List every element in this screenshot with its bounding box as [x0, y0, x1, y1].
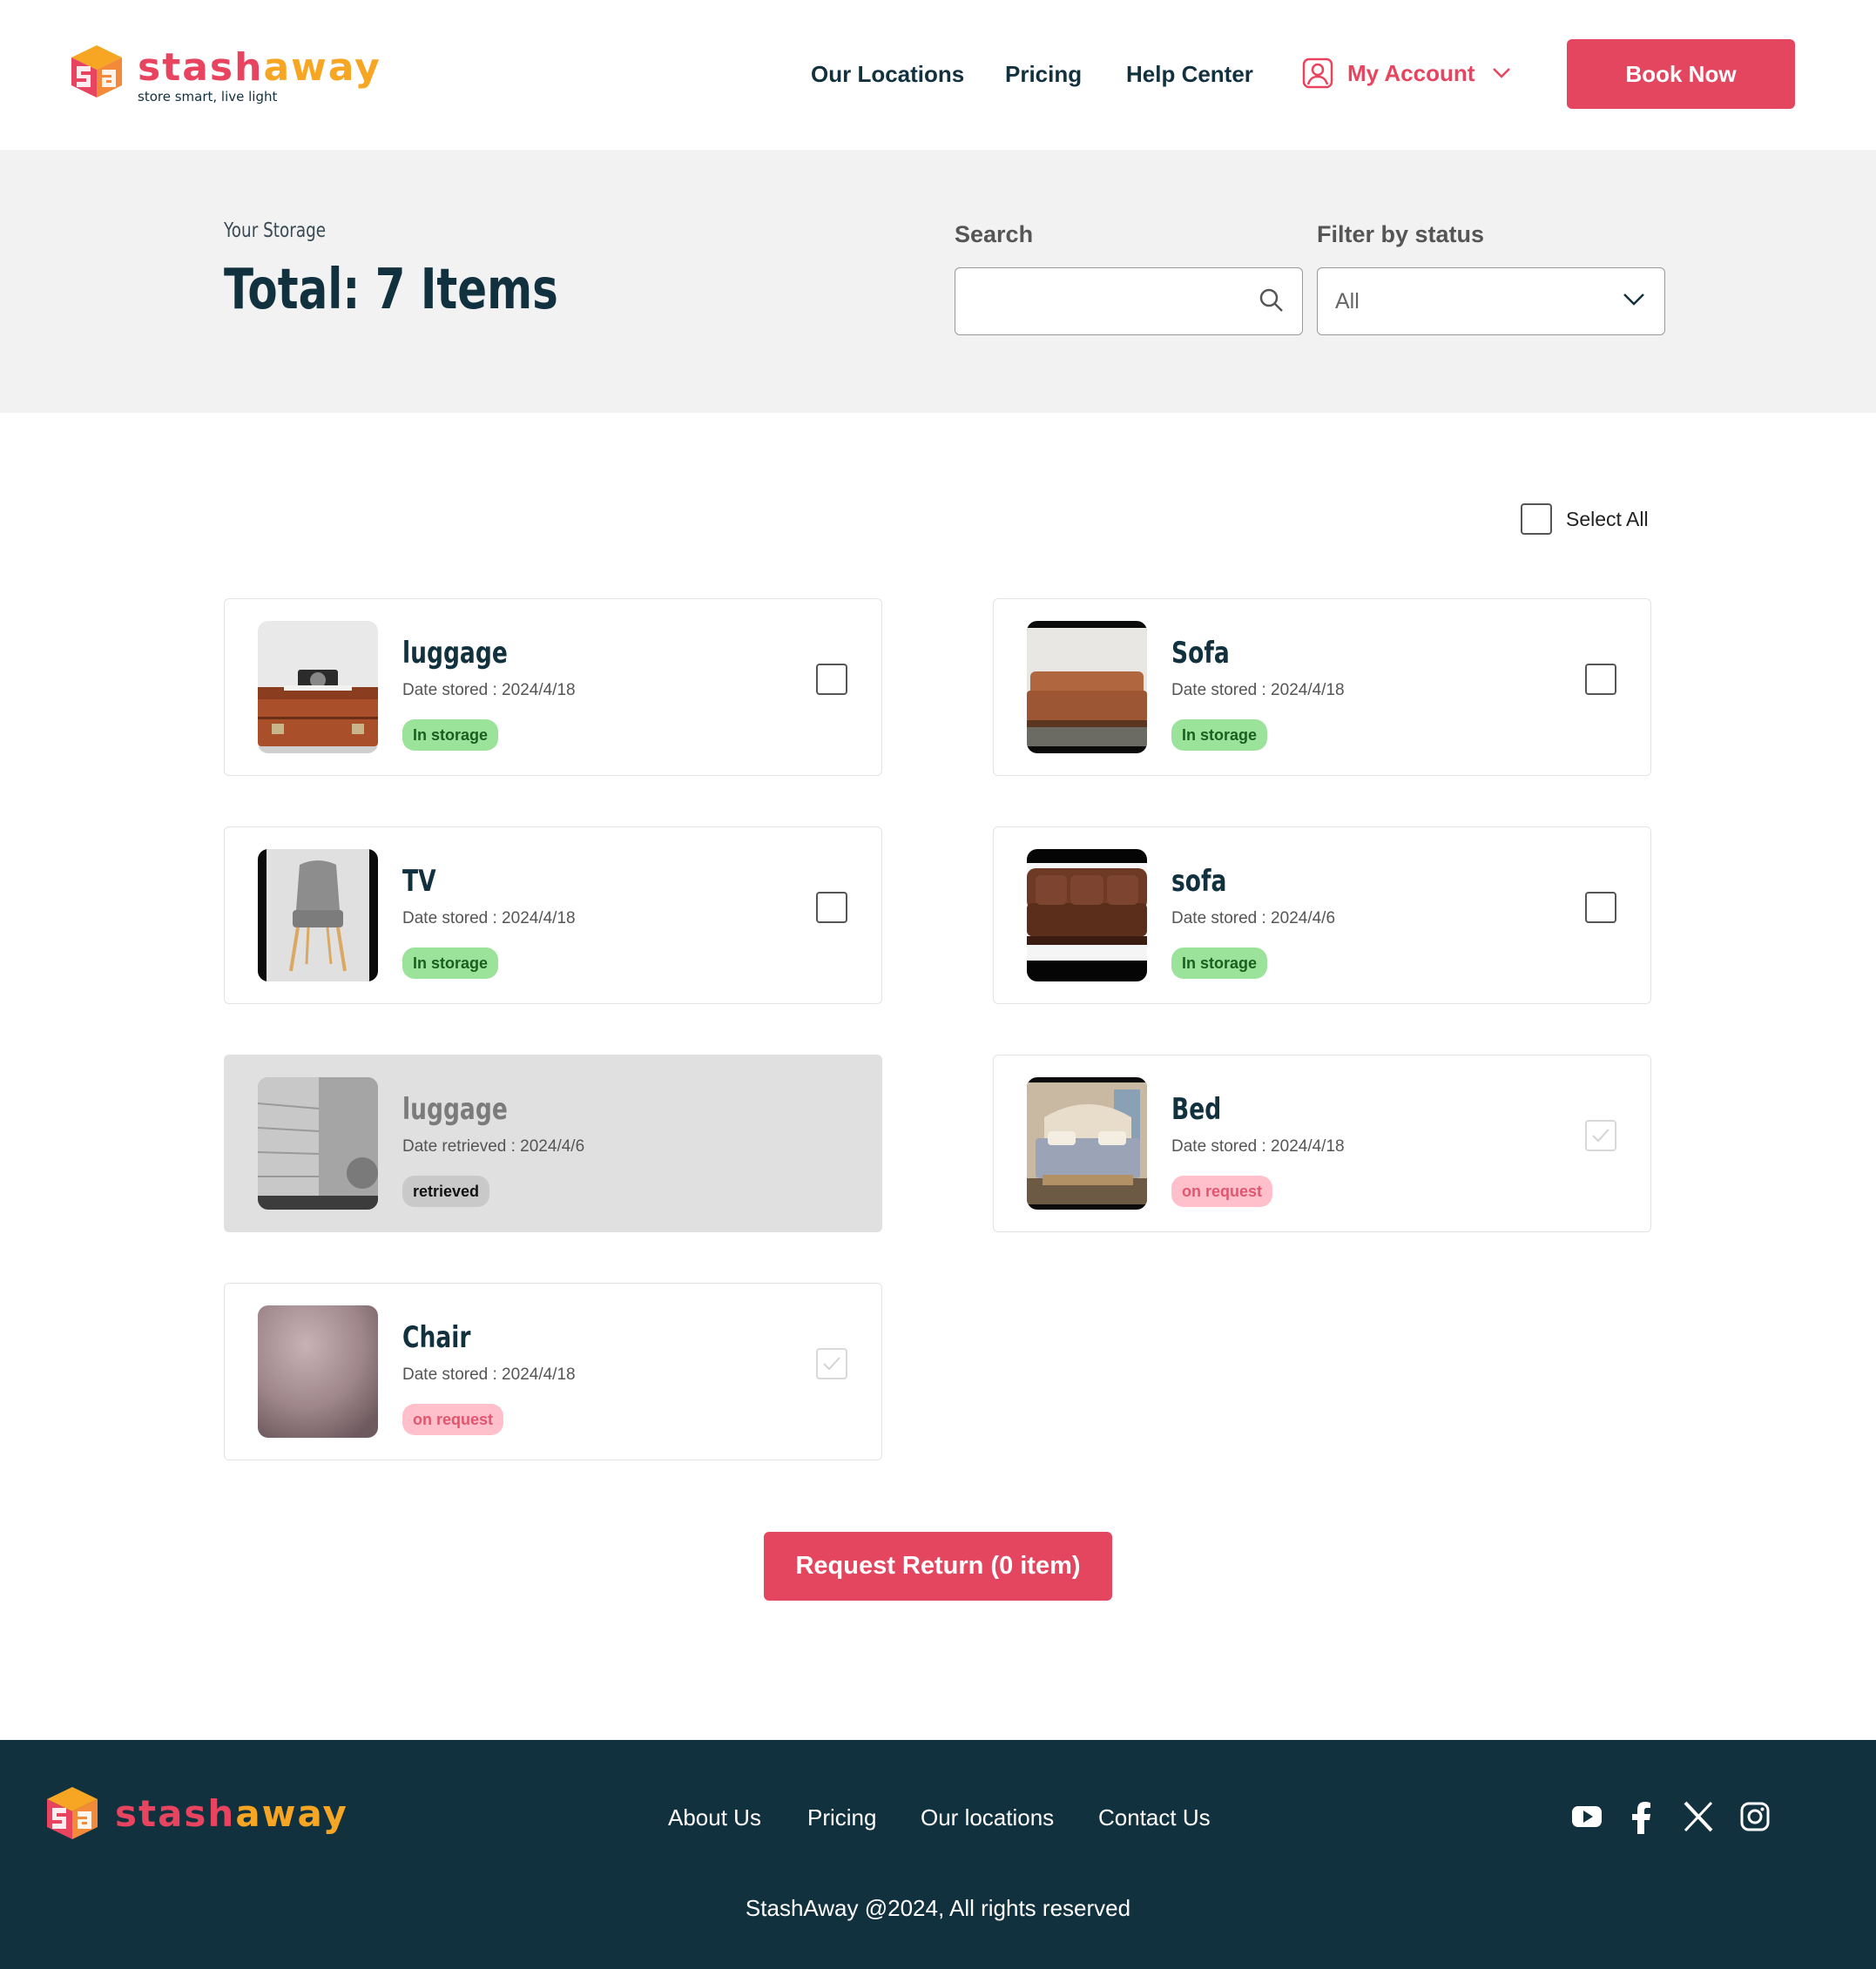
instagram-icon[interactable] [1739, 1801, 1771, 1832]
storage-item-card[interactable]: sofa Date stored : 2024/4/6 In storage [993, 826, 1651, 1004]
status-badge: retrieved [402, 1176, 490, 1207]
copyright-text: StashAway @2024, All rights reserved [745, 1895, 1131, 1921]
footer-link-pricing[interactable]: Pricing [807, 1804, 876, 1831]
storage-item-card: Chair Date stored : 2024/4/18 on request [224, 1283, 882, 1460]
item-checkbox[interactable] [816, 892, 847, 923]
item-title: luggage [402, 1092, 508, 1127]
search-label: Search [955, 221, 1034, 247]
footer-link-our-locations[interactable]: Our locations [921, 1804, 1054, 1831]
storage-item-card[interactable]: Sofa Date stored : 2024/4/18 In storage [993, 598, 1651, 776]
select-all[interactable]: Select All [1521, 503, 1649, 535]
status-badge: In storage [402, 719, 499, 751]
brand-tagline: store smart, live light [138, 89, 278, 105]
status-filter-value: All [1335, 289, 1360, 314]
item-image-bed [1027, 1077, 1147, 1210]
item-date: Date stored : 2024/4/18 [402, 681, 576, 699]
page-title: Total: 7 Items [224, 258, 558, 322]
storage-item-card[interactable]: TV Date stored : 2024/4/18 In storage [224, 826, 882, 1004]
storage-summary-bar: Your Storage Total: 7 Items Search Filte… [0, 150, 1876, 413]
item-image-grey [258, 1077, 378, 1210]
x-icon[interactable] [1683, 1801, 1714, 1832]
item-title: sofa [1171, 864, 1227, 899]
item-checkbox [816, 1348, 847, 1379]
status-badge: In storage [1171, 719, 1268, 751]
item-date: Date retrieved : 2024/4/6 [402, 1137, 585, 1156]
item-title: Chair [402, 1320, 471, 1355]
item-date: Date stored : 2024/4/18 [402, 909, 576, 927]
item-image-luggage [258, 621, 378, 753]
nav-our-locations[interactable]: Our Locations [811, 61, 964, 88]
item-title: TV [402, 864, 436, 899]
item-date: Date stored : 2024/4/18 [402, 1365, 576, 1384]
nav-pricing[interactable]: Pricing [1005, 61, 1082, 88]
my-account-label: My Account [1347, 59, 1475, 86]
brand-logo[interactable]: stashaway store smart, live light [68, 42, 381, 106]
footer-brand-logo[interactable]: stashaway [44, 1784, 375, 1844]
status-filter-select[interactable]: All [1317, 267, 1665, 335]
item-title: luggage [402, 636, 508, 671]
chevron-down-icon [1623, 293, 1644, 306]
item-image-chair [258, 849, 378, 981]
storage-item-card: luggage Date retrieved : 2024/4/6 retrie… [224, 1055, 882, 1232]
item-checkbox [1585, 1120, 1616, 1151]
item-checkbox[interactable] [816, 664, 847, 695]
storage-eyebrow: Your Storage [224, 219, 327, 242]
item-image-blurred [258, 1305, 378, 1438]
search-field[interactable] [955, 267, 1303, 335]
search-icon[interactable] [1259, 287, 1285, 314]
brand-wordmark: stashaway [138, 45, 381, 90]
item-date: Date stored : 2024/4/18 [1171, 1137, 1345, 1156]
item-title: Bed [1171, 1092, 1222, 1127]
item-image-leather-sofa [1027, 849, 1147, 981]
status-badge: In storage [402, 947, 499, 979]
book-now-button[interactable]: Book Now [1567, 39, 1795, 109]
logo-cube-icon [71, 45, 122, 98]
item-checkbox[interactable] [1585, 892, 1616, 923]
logo-cube-icon [47, 1787, 98, 1839]
item-checkbox[interactable] [1585, 664, 1616, 695]
select-all-label: Select All [1566, 507, 1649, 530]
brand-wordmark: stashaway [115, 1792, 348, 1835]
facebook-icon[interactable] [1631, 1801, 1652, 1834]
my-account-menu[interactable]: My Account [1302, 56, 1525, 91]
status-badge: on request [1171, 1176, 1273, 1207]
search-input[interactable] [955, 268, 1243, 333]
footer-link-contact-us[interactable]: Contact Us [1098, 1804, 1211, 1831]
item-date: Date stored : 2024/4/18 [1171, 681, 1345, 699]
select-all-checkbox[interactable] [1521, 503, 1552, 535]
status-badge: on request [402, 1404, 504, 1435]
checkmark-icon [1592, 1129, 1609, 1143]
site-footer: stashaway About Us Pricing Our locations… [0, 1740, 1876, 1969]
footer-link-about-us[interactable]: About Us [668, 1804, 761, 1831]
status-badge: In storage [1171, 947, 1268, 979]
filter-label: Filter by status [1317, 221, 1485, 247]
youtube-icon[interactable] [1571, 1801, 1603, 1831]
storage-item-card[interactable]: luggage Date stored : 2024/4/18 In stora… [224, 598, 882, 776]
item-date: Date stored : 2024/4/6 [1171, 909, 1336, 927]
request-return-button[interactable]: Request Return (0 item) [764, 1532, 1112, 1601]
item-title: Sofa [1171, 636, 1230, 671]
chevron-down-icon [1493, 68, 1511, 78]
item-image-sofa [1027, 621, 1147, 753]
checkmark-icon [823, 1357, 840, 1371]
user-icon [1302, 57, 1333, 89]
site-header: stashaway store smart, live light Our Lo… [0, 0, 1876, 150]
nav-help-center[interactable]: Help Center [1126, 61, 1253, 88]
storage-item-card: Bed Date stored : 2024/4/18 on request [993, 1055, 1651, 1232]
